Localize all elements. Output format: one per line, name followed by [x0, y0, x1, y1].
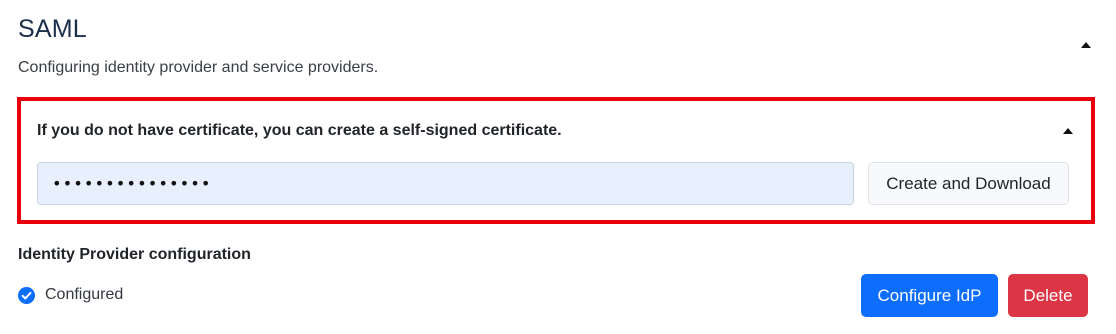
check-circle-icon — [18, 286, 35, 304]
status-label: Configured — [45, 286, 124, 303]
section-title: SAML — [18, 15, 87, 43]
idp-status: Configured — [18, 284, 123, 306]
caret-up-icon[interactable] — [1063, 128, 1073, 134]
create-and-download-button[interactable]: Create and Download — [868, 162, 1069, 205]
certificate-heading: If you do not have certificate, you can … — [37, 122, 562, 139]
configure-idp-button[interactable]: Configure IdP — [861, 274, 998, 317]
section-subtitle: Configuring identity provider and servic… — [18, 59, 379, 76]
idp-config-heading: Identity Provider configuration — [18, 246, 251, 263]
certificate-password-input[interactable] — [37, 162, 854, 205]
saml-settings-panel: SAML Configuring identity provider and s… — [0, 0, 1116, 334]
delete-button[interactable]: Delete — [1008, 274, 1088, 317]
caret-up-icon[interactable] — [1081, 42, 1091, 48]
